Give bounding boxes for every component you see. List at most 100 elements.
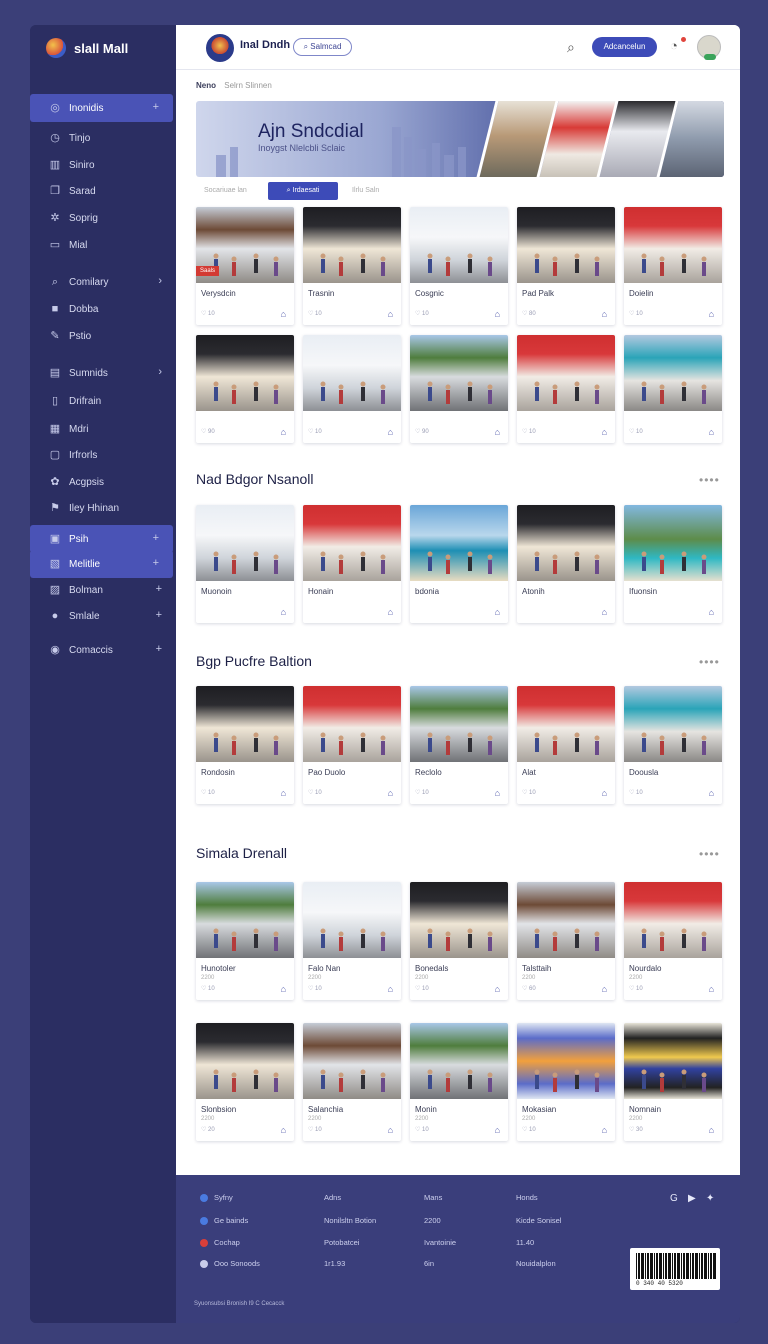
sidebar-item[interactable]: ❐ Sarad [30, 177, 176, 205]
advance-button[interactable]: Adcancelun [592, 37, 657, 57]
play-icon[interactable]: ▶ [688, 1193, 696, 1204]
bag-icon[interactable]: ⌂ [388, 607, 393, 617]
bag-icon[interactable]: ⌂ [281, 607, 286, 617]
store-card[interactable]: ♡ 10 ⌂ [624, 335, 722, 443]
bag-icon[interactable]: ⌂ [602, 427, 607, 437]
sidebar-item[interactable]: ✲ Soprig [30, 204, 176, 232]
store-card[interactable]: Pad Palk ♡ 80 ⌂ [517, 207, 615, 325]
chevron-right-icon[interactable]: › [158, 275, 162, 287]
sidebar-item[interactable]: ■ Dobba [30, 295, 176, 323]
bag-icon[interactable]: ⌂ [495, 1125, 500, 1135]
store-card[interactable]: Trasnin ♡ 10 ⌂ [303, 207, 401, 325]
bag-icon[interactable]: ⌂ [495, 607, 500, 617]
bag-icon[interactable]: ⌂ [388, 427, 393, 437]
sidebar-item[interactable]: ▦ Mdri [30, 415, 176, 443]
bag-icon[interactable]: ⌂ [281, 427, 286, 437]
google-icon[interactable]: G [670, 1193, 678, 1204]
store-card[interactable]: ♡ 10 ⌂ [517, 335, 615, 443]
sidebar-item[interactable]: ◉ Comaccis + [30, 636, 176, 664]
sidebar-item[interactable]: ▣ Psih + [30, 525, 173, 553]
bag-icon[interactable]: ⌂ [495, 984, 500, 994]
store-card[interactable]: Mokasian 2200 ♡ 10 ⌂ [517, 1023, 615, 1141]
store-card[interactable]: Rondosin ♡ 10 ⌂ [196, 686, 294, 804]
expand-plus-icon[interactable]: + [153, 532, 159, 544]
avatar[interactable] [697, 35, 721, 60]
tab-active[interactable]: ⌕ Irdaesati [268, 182, 338, 200]
bag-icon[interactable]: ⌂ [388, 1125, 393, 1135]
store-card[interactable]: Ifuonsin ⌂ [624, 505, 722, 623]
sidebar-item[interactable]: ▭ Mial [30, 231, 176, 259]
store-card[interactable]: Bonedals 2200 ♡ 10 ⌂ [410, 882, 508, 1000]
store-card[interactable]: Nomnain 2200 ♡ 30 ⌂ [624, 1023, 722, 1141]
expand-plus-icon[interactable]: + [153, 557, 159, 569]
bag-icon[interactable]: ⌂ [709, 984, 714, 994]
tab-other[interactable]: Ilrlu Saln [352, 182, 412, 200]
footer-link[interactable]: Ge bainds [200, 1216, 248, 1225]
footer-link[interactable]: Adns [324, 1193, 341, 1202]
hero-banner[interactable]: Ajn Sndcdial Inoygst Nlelcbli Sclaic [196, 101, 724, 177]
footer-link[interactable]: Syfny [200, 1193, 233, 1202]
bag-icon[interactable]: ⌂ [709, 788, 714, 798]
footer-link[interactable]: Nonilsltn Botion [324, 1216, 376, 1225]
store-card[interactable]: bdonia ⌂ [410, 505, 508, 623]
store-card[interactable]: Talsttaih 2200 ♡ 60 ⌂ [517, 882, 615, 1000]
store-card[interactable]: Atonih ⌂ [517, 505, 615, 623]
chevron-right-icon[interactable]: › [158, 366, 162, 378]
brand[interactable]: slall Mall [46, 37, 128, 59]
more-icon[interactable]: •••• [699, 847, 720, 861]
footer-link[interactable]: Potobatcei [324, 1238, 359, 1247]
store-card[interactable]: Pao Duolo ♡ 10 ⌂ [303, 686, 401, 804]
sidebar-item[interactable]: ◎ Inonidis + [30, 94, 173, 122]
sidebar-item[interactable]: ◷ Tinjo [30, 124, 176, 152]
bag-icon[interactable]: ⌂ [709, 1125, 714, 1135]
footer-link[interactable]: Nouidalplon [516, 1259, 556, 1268]
store-card[interactable]: ♡ 90 ⌂ [196, 335, 294, 443]
bag-icon[interactable]: ⌂ [602, 607, 607, 617]
sidebar-item[interactable]: ⌕ Comilary › [30, 268, 176, 296]
sidebar-item[interactable]: ✿ Acgpsis [30, 468, 176, 496]
store-card[interactable]: Doielin ♡ 10 ⌂ [624, 207, 722, 325]
footer-link[interactable]: Mans [424, 1193, 442, 1202]
bag-icon[interactable]: ⌂ [495, 788, 500, 798]
footer-link[interactable]: Ooo Sonoods [200, 1259, 260, 1268]
store-card[interactable]: ♡ 10 ⌂ [303, 335, 401, 443]
bag-icon[interactable]: ⌂ [602, 309, 607, 319]
bag-icon[interactable]: ⌂ [602, 788, 607, 798]
sidebar-item[interactable]: ⚑ Iley Hhinan [30, 494, 176, 522]
footer-link[interactable]: Cochap [200, 1238, 240, 1247]
bag-icon[interactable]: ⌂ [281, 788, 286, 798]
store-card[interactable]: Monin 2200 ♡ 10 ⌂ [410, 1023, 508, 1141]
expand-plus-icon[interactable]: + [156, 609, 162, 621]
store-card[interactable]: Muonoin ⌂ [196, 505, 294, 623]
tab-all[interactable]: Socariuae lan [204, 182, 264, 200]
footer-link[interactable]: 6in [424, 1259, 434, 1268]
bag-icon[interactable]: ⌂ [709, 427, 714, 437]
bag-icon[interactable]: ⌂ [388, 309, 393, 319]
sidebar-item[interactable]: ▯ Drifrain [30, 387, 176, 415]
expand-plus-icon[interactable]: + [153, 101, 159, 113]
breadcrumb-current[interactable]: Neno [196, 81, 216, 90]
footer-link[interactable]: 11.40 [516, 1238, 534, 1247]
store-card[interactable]: Reclolo ♡ 10 ⌂ [410, 686, 508, 804]
sidebar-item[interactable]: ▨ Bolman + [30, 576, 176, 604]
mall-logo-icon[interactable] [206, 34, 234, 62]
twitter-icon[interactable]: ✦ [706, 1193, 714, 1204]
bag-icon[interactable]: ⌂ [602, 1125, 607, 1135]
store-card[interactable]: Alat ♡ 10 ⌂ [517, 686, 615, 804]
more-icon[interactable]: •••• [699, 655, 720, 669]
store-card[interactable]: Cosgnic ♡ 10 ⌂ [410, 207, 508, 325]
bag-icon[interactable]: ⌂ [602, 984, 607, 994]
footer-link[interactable]: 2200 [424, 1216, 441, 1225]
bag-icon[interactable]: ⌂ [281, 984, 286, 994]
more-icon[interactable]: •••• [699, 473, 720, 487]
sidebar-item[interactable]: ▢ Irfrorls [30, 441, 176, 469]
footer-link[interactable]: Honds [516, 1193, 538, 1202]
store-card[interactable]: Honain ⌂ [303, 505, 401, 623]
expand-plus-icon[interactable]: + [156, 583, 162, 595]
bag-icon[interactable]: ⌂ [281, 1125, 286, 1135]
store-card[interactable]: Doousla ♡ 10 ⌂ [624, 686, 722, 804]
search-icon[interactable]: ⌕ [567, 39, 583, 55]
store-card[interactable]: ♡ 90 ⌂ [410, 335, 508, 443]
bag-icon[interactable]: ⌂ [495, 309, 500, 319]
sidebar-item[interactable]: ● Smlale + [30, 602, 176, 630]
